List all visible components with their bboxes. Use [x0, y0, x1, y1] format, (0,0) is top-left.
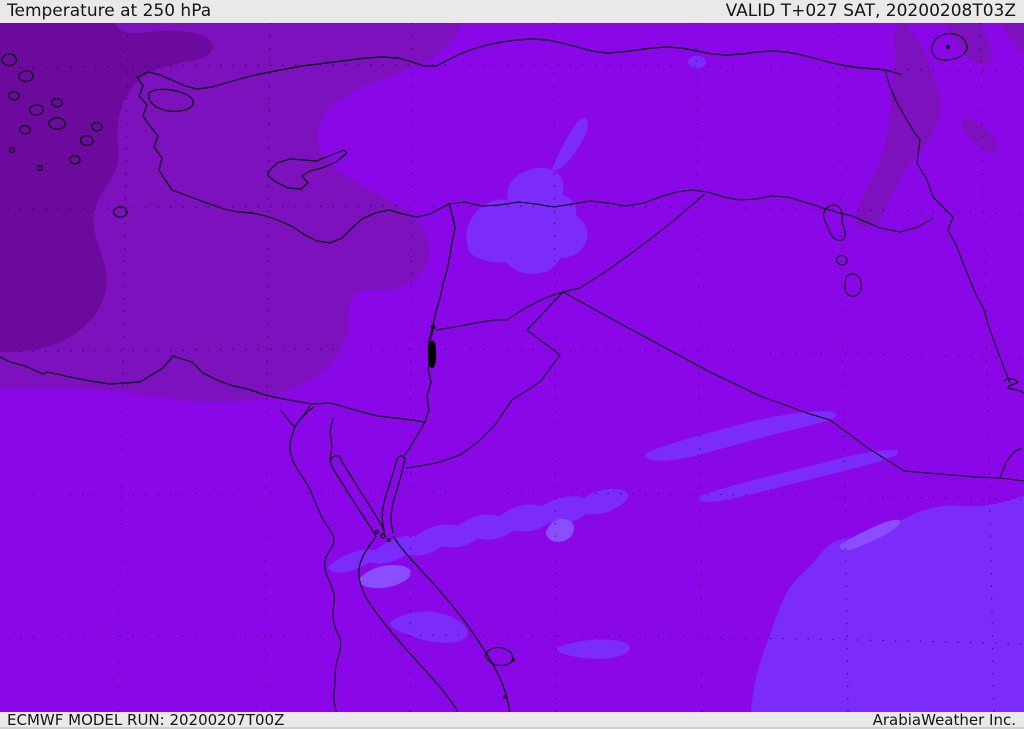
valid-time-label: VALID T+027 SAT, 20200208T03Z — [725, 1, 1016, 21]
weather-map-page: Temperature at 250 hPa VALID T+027 SAT, … — [0, 0, 1024, 729]
model-run-label: ECMWF MODEL RUN: 20200207T00Z — [7, 711, 285, 729]
weather-map — [0, 20, 1024, 715]
header-bar: Temperature at 250 hPa VALID T+027 SAT, … — [0, 0, 1024, 23]
temperature-field — [0, 20, 1024, 715]
credit-label: ArabiaWeather Inc. — [872, 711, 1016, 729]
footer-bar: ECMWF MODEL RUN: 20200207T00Z ArabiaWeat… — [0, 712, 1024, 729]
map-title: Temperature at 250 hPa — [7, 1, 212, 21]
